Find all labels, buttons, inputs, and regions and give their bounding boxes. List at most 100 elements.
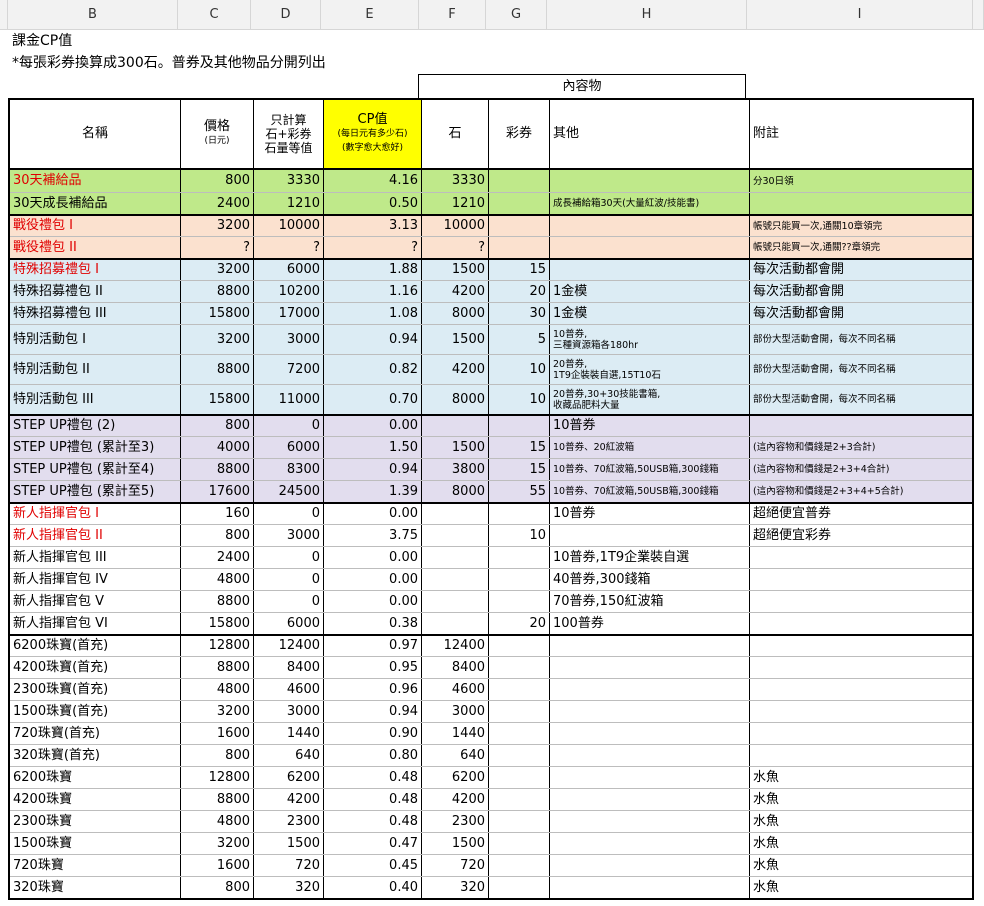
cell-stone[interactable]: 3000 <box>421 701 488 722</box>
cell-other[interactable]: 20普券,30+30技能書箱, 收藏品肥料大量 <box>549 385 749 414</box>
cell-other[interactable]: 100普券 <box>549 613 749 634</box>
cell-price[interactable]: 8800 <box>180 657 253 678</box>
cell-other[interactable] <box>549 525 749 546</box>
cell-stone[interactable] <box>421 416 488 436</box>
cell-price[interactable]: 15800 <box>180 303 253 324</box>
cell-price[interactable]: 3200 <box>180 216 253 236</box>
cell-stone-total[interactable]: 24500 <box>253 481 323 502</box>
cell-name[interactable]: 特別活動包 II <box>10 355 180 384</box>
cell-cp[interactable]: 0.45 <box>323 855 421 876</box>
cell-name[interactable]: 新人指揮官包 IV <box>10 569 180 590</box>
cell-name[interactable]: STEP UP禮包 (累計至5) <box>10 481 180 502</box>
cell-note[interactable] <box>749 613 972 634</box>
cell-cp[interactable]: 0.95 <box>323 657 421 678</box>
cell-cp[interactable]: 0.80 <box>323 745 421 766</box>
cell-stone-total[interactable]: 0 <box>253 569 323 590</box>
cell-cp[interactable]: 4.16 <box>323 170 421 192</box>
cell-name[interactable]: 特別活動包 III <box>10 385 180 414</box>
cell-name[interactable]: 新人指揮官包 V <box>10 591 180 612</box>
cell-ticket[interactable]: 10 <box>488 355 549 384</box>
cell-note[interactable]: 帳號只能買一次,通關??章領完 <box>749 237 972 258</box>
cell-ticket[interactable]: 10 <box>488 525 549 546</box>
sheet-title[interactable]: 課金CP值 <box>0 30 984 52</box>
cell-price[interactable]: 160 <box>180 504 253 524</box>
cell-price[interactable]: 12800 <box>180 636 253 656</box>
cell-name[interactable]: 6200珠寶(首充) <box>10 636 180 656</box>
cell-other[interactable]: 40普券,300錢箱 <box>549 569 749 590</box>
cell-other[interactable]: 10普券、20紅波箱 <box>549 437 749 458</box>
cell-stone-total[interactable]: 3000 <box>253 325 323 354</box>
cell-note[interactable]: 每次活動都會開 <box>749 303 972 324</box>
cell-stone[interactable]: 8000 <box>421 385 488 414</box>
cell-stone-total[interactable]: 3330 <box>253 170 323 192</box>
column-header-f[interactable]: F <box>419 0 486 30</box>
cell-stone[interactable]: 4200 <box>421 281 488 302</box>
cell-price[interactable]: 800 <box>180 416 253 436</box>
cell-stone-total[interactable]: 0 <box>253 504 323 524</box>
cell-stone[interactable]: 320 <box>421 877 488 898</box>
cell-cp[interactable]: 0.94 <box>323 325 421 354</box>
cell-ticket[interactable] <box>488 193 549 214</box>
header-ticket[interactable]: 彩券 <box>488 100 549 168</box>
cell-ticket[interactable]: 10 <box>488 385 549 414</box>
cell-ticket[interactable] <box>488 833 549 854</box>
cell-stone[interactable]: 8400 <box>421 657 488 678</box>
column-header-c[interactable]: C <box>178 0 251 30</box>
cell-other[interactable]: 10普券、70紅波箱,50USB箱,300錢箱 <box>549 459 749 480</box>
cell-stone-total[interactable]: 0 <box>253 416 323 436</box>
cell-note[interactable]: 每次活動都會開 <box>749 281 972 302</box>
cell-stone-total[interactable]: 1500 <box>253 833 323 854</box>
cell-note[interactable]: 水魚 <box>749 855 972 876</box>
cell-note[interactable] <box>749 701 972 722</box>
cell-other[interactable]: 10普券、70紅波箱,50USB箱,300錢箱 <box>549 481 749 502</box>
cell-name[interactable]: 2300珠寶 <box>10 811 180 832</box>
cell-stone-total[interactable]: 6000 <box>253 437 323 458</box>
cell-ticket[interactable] <box>488 504 549 524</box>
cell-cp[interactable]: 0.82 <box>323 355 421 384</box>
cell-ticket[interactable] <box>488 416 549 436</box>
cell-ticket[interactable]: 20 <box>488 613 549 634</box>
cell-note[interactable]: 超絕便宜彩券 <box>749 525 972 546</box>
cell-ticket[interactable] <box>488 170 549 192</box>
cell-cp[interactable]: 0.70 <box>323 385 421 414</box>
cell-stone-total[interactable]: 6200 <box>253 767 323 788</box>
cell-price[interactable]: 8800 <box>180 281 253 302</box>
cell-stone[interactable]: 1500 <box>421 260 488 280</box>
cell-other[interactable] <box>549 723 749 744</box>
cell-note[interactable] <box>749 416 972 436</box>
cell-other[interactable] <box>549 636 749 656</box>
cell-note[interactable] <box>749 193 972 214</box>
cell-name[interactable]: 特殊招募禮包 I <box>10 260 180 280</box>
cell-stone[interactable]: 640 <box>421 745 488 766</box>
cell-stone-total[interactable]: 8300 <box>253 459 323 480</box>
cell-price[interactable]: 17600 <box>180 481 253 502</box>
cell-name[interactable]: 新人指揮官包 VI <box>10 613 180 634</box>
cell-stone[interactable]: 10000 <box>421 216 488 236</box>
cell-other[interactable] <box>549 237 749 258</box>
cell-ticket[interactable] <box>488 745 549 766</box>
cell-price[interactable]: 3200 <box>180 833 253 854</box>
cell-name[interactable]: 320珠寶(首充) <box>10 745 180 766</box>
cell-ticket[interactable] <box>488 701 549 722</box>
cell-cp[interactable]: 0.47 <box>323 833 421 854</box>
cell-cp[interactable]: 0.94 <box>323 459 421 480</box>
cell-name[interactable]: 特別活動包 I <box>10 325 180 354</box>
cell-ticket[interactable] <box>488 811 549 832</box>
cell-other[interactable]: 10普券, 三種資源箱各180hr <box>549 325 749 354</box>
cell-ticket[interactable]: 30 <box>488 303 549 324</box>
cell-note[interactable] <box>749 723 972 744</box>
cell-stone-total[interactable]: 3000 <box>253 525 323 546</box>
cell-stone[interactable]: 4600 <box>421 679 488 700</box>
cell-stone[interactable]: 4200 <box>421 789 488 810</box>
cell-price[interactable]: 3200 <box>180 325 253 354</box>
cell-stone[interactable]: ? <box>421 237 488 258</box>
cell-stone-total[interactable]: 6000 <box>253 613 323 634</box>
cell-cp[interactable]: 0.96 <box>323 679 421 700</box>
cell-other[interactable] <box>549 657 749 678</box>
cell-cp[interactable]: 0.48 <box>323 767 421 788</box>
cell-note[interactable]: 部份大型活動會開，每次不同名稱 <box>749 355 972 384</box>
cell-cp[interactable]: 1.39 <box>323 481 421 502</box>
cell-stone[interactable]: 4200 <box>421 355 488 384</box>
cell-name[interactable]: 戰役禮包 I <box>10 216 180 236</box>
cell-ticket[interactable] <box>488 591 549 612</box>
